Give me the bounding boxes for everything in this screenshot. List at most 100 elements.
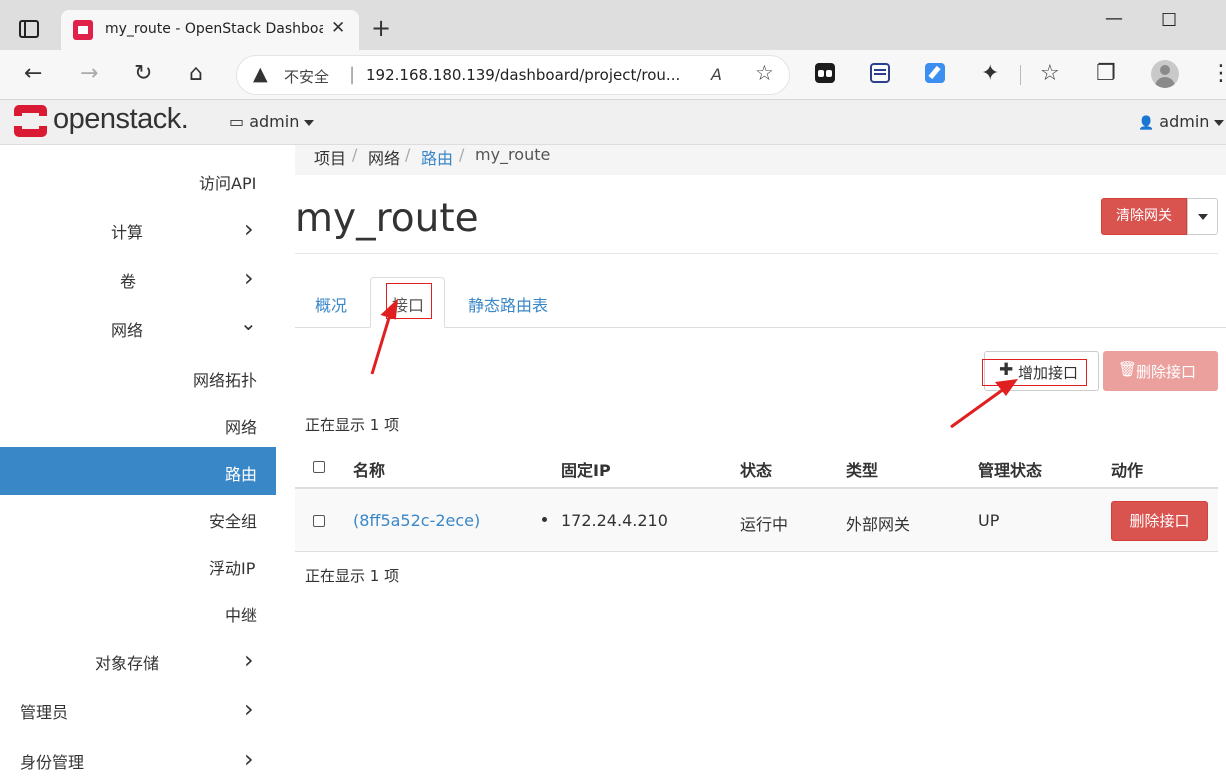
breadcrumb-separator: / bbox=[352, 145, 358, 164]
url-text[interactable]: 192.168.180.139/dashboard/project/rou... bbox=[366, 66, 680, 84]
new-tab-icon[interactable]: + bbox=[371, 14, 391, 42]
extensions-icon[interactable]: ✦ bbox=[981, 62, 999, 86]
back-icon[interactable]: ← bbox=[24, 62, 42, 86]
column-header-actions: 动作 bbox=[1111, 461, 1144, 480]
sidebar-item-routers[interactable]: 路由 bbox=[0, 447, 276, 495]
sidebar-item-label: 中继 bbox=[225, 606, 258, 625]
openstack-logo-icon[interactable] bbox=[14, 105, 47, 137]
title-divider bbox=[295, 253, 1218, 254]
sidebar-item-label: 对象存储 bbox=[95, 654, 160, 673]
openstack-header: openstack. ▭ admin 👤 admin bbox=[0, 100, 1226, 145]
admin-state-value: UP bbox=[978, 511, 1000, 530]
maximize-icon[interactable]: ☐ bbox=[1161, 10, 1177, 31]
collections-icon[interactable]: ❐ bbox=[1096, 62, 1116, 86]
project-label: admin bbox=[249, 112, 300, 131]
sidebar-item-label: 浮动IP bbox=[209, 559, 256, 578]
sidebar-item-network-topology[interactable]: 网络拓扑 bbox=[0, 367, 276, 391]
security-label[interactable]: 不安全 bbox=[284, 66, 329, 87]
extension-two-icon[interactable] bbox=[870, 63, 890, 83]
select-all-checkbox[interactable] bbox=[313, 461, 325, 473]
read-aloud-icon[interactable]: A bbox=[711, 65, 722, 84]
sidebar-item-floating-ips[interactable]: 浮动IP bbox=[0, 555, 276, 579]
sidebar-item-label: 网络 bbox=[225, 418, 258, 437]
item-count-bottom: 正在显示 1 项 bbox=[305, 567, 400, 585]
breadcrumb-separator: / bbox=[459, 145, 465, 164]
row-checkbox[interactable] bbox=[313, 515, 325, 527]
sidebar-item-volumes[interactable]: 卷 › bbox=[0, 264, 276, 292]
sidebar-item-network[interactable]: 网络 ⌄ bbox=[0, 311, 276, 341]
annotation-highlight-box bbox=[982, 359, 1087, 386]
address-separator: | bbox=[349, 64, 356, 85]
profile-avatar[interactable] bbox=[1151, 60, 1179, 88]
chevron-right-icon: › bbox=[244, 264, 254, 292]
browser-tab-active[interactable]: my_route - OpenStack Dashboard ✕ bbox=[61, 10, 359, 50]
project-selector[interactable]: ▭ admin bbox=[229, 112, 315, 131]
type-value: 外部网关 bbox=[846, 515, 911, 534]
caret-down-icon bbox=[304, 119, 315, 126]
sidebar-item-admin[interactable]: 管理员 › bbox=[0, 695, 276, 723]
tab-title: my_route - OpenStack Dashboard bbox=[105, 21, 323, 37]
delete-interfaces-button[interactable]: 🗑 删除接口 bbox=[1103, 351, 1218, 391]
toolbar-divider bbox=[1020, 65, 1021, 85]
favorites-icon[interactable]: ☆ bbox=[1040, 62, 1060, 86]
browser-tab-bar: my_route - OpenStack Dashboard ✕ + — ☐ bbox=[0, 0, 1226, 50]
tab-static-routes[interactable]: 静态路由表 bbox=[468, 292, 548, 316]
tab-actions-icon[interactable] bbox=[19, 20, 39, 38]
address-bar[interactable]: ▲ 不安全 | 192.168.180.139/dashboard/projec… bbox=[236, 55, 790, 95]
openstack-logo-text[interactable]: openstack. bbox=[53, 103, 189, 136]
user-label: admin bbox=[1159, 112, 1210, 131]
column-header-type[interactable]: 类型 bbox=[846, 457, 878, 481]
annotation-highlight-box bbox=[386, 283, 432, 319]
column-header-name[interactable]: 名称 bbox=[353, 457, 385, 481]
tab-overview[interactable]: 概况 bbox=[315, 292, 347, 316]
breadcrumb-routers-link[interactable]: 路由 bbox=[421, 145, 453, 169]
sidebar-item-identity[interactable]: 身份管理 › bbox=[0, 745, 276, 773]
sidebar-item-object-storage[interactable]: 对象存储 › bbox=[0, 646, 276, 674]
tab-close-icon[interactable]: ✕ bbox=[331, 18, 345, 38]
openstack-favicon-icon bbox=[73, 20, 93, 40]
add-favorite-icon[interactable]: ☆ bbox=[755, 61, 774, 85]
sidebar-item-networks[interactable]: 网络 bbox=[0, 414, 276, 438]
column-header-fixed-ip[interactable]: 固定IP bbox=[561, 457, 611, 481]
fixed-ip-value: 172.24.4.210 bbox=[561, 511, 668, 530]
sidebar-item-label: 路由 bbox=[225, 465, 258, 484]
caret-down-icon bbox=[1214, 119, 1225, 126]
row-delete-interface-button[interactable]: 删除接口 bbox=[1111, 501, 1208, 541]
sidebar-item-api-access[interactable]: 访问API bbox=[0, 170, 276, 194]
status-value: 运行中 bbox=[740, 515, 789, 534]
sidebar-item-security-groups[interactable]: 安全组 bbox=[0, 508, 276, 532]
clear-gateway-button[interactable]: 清除网关 bbox=[1101, 198, 1187, 235]
breadcrumb-network: 网络 bbox=[368, 149, 401, 168]
forward-icon[interactable]: → bbox=[80, 62, 98, 86]
minimize-icon[interactable]: — bbox=[1105, 8, 1123, 29]
sidebar-item-label: 访问API bbox=[199, 174, 257, 193]
item-count-top: 正在显示 1 项 bbox=[305, 416, 400, 434]
sidebar-item-label: 卷 bbox=[120, 272, 137, 291]
sidebar-item-label: 安全组 bbox=[209, 512, 258, 531]
extension-one-icon[interactable] bbox=[815, 63, 835, 83]
refresh-icon[interactable]: ↻ bbox=[134, 62, 152, 86]
breadcrumb-project: 项目 bbox=[314, 149, 347, 168]
sidebar-item-label: 身份管理 bbox=[20, 753, 85, 772]
column-header-admin-state[interactable]: 管理状态 bbox=[978, 457, 1042, 481]
user-menu[interactable]: 👤 admin bbox=[1138, 112, 1225, 131]
list-bullet bbox=[542, 517, 547, 522]
chevron-down-icon: ⌄ bbox=[240, 311, 257, 335]
chevron-right-icon: › bbox=[244, 695, 254, 723]
trash-icon: 🗑 bbox=[1118, 360, 1138, 378]
sidebar-item-compute[interactable]: 计算 › bbox=[0, 215, 276, 243]
table-row-divider bbox=[295, 551, 1218, 552]
column-header-status[interactable]: 状态 bbox=[740, 457, 772, 481]
user-icon: 👤 bbox=[1138, 116, 1155, 131]
breadcrumb-current: my_route bbox=[475, 145, 551, 164]
sidebar-item-label: 计算 bbox=[111, 223, 144, 242]
caret-down-icon bbox=[1198, 214, 1208, 220]
browser-toolbar: ← → ↻ ⌂ ▲ 不安全 | 192.168.180.139/dashboar… bbox=[0, 50, 1226, 100]
interface-name-link[interactable]: (8ff5a52c-2ece) bbox=[353, 511, 480, 530]
extension-three-icon[interactable] bbox=[925, 63, 945, 83]
home-icon[interactable]: ⌂ bbox=[189, 62, 203, 86]
actions-dropdown-toggle[interactable] bbox=[1187, 198, 1218, 235]
more-icon[interactable]: ⋮ bbox=[1210, 62, 1226, 86]
sidebar-item-trunks[interactable]: 中继 bbox=[0, 602, 276, 626]
chevron-right-icon: › bbox=[244, 215, 254, 243]
